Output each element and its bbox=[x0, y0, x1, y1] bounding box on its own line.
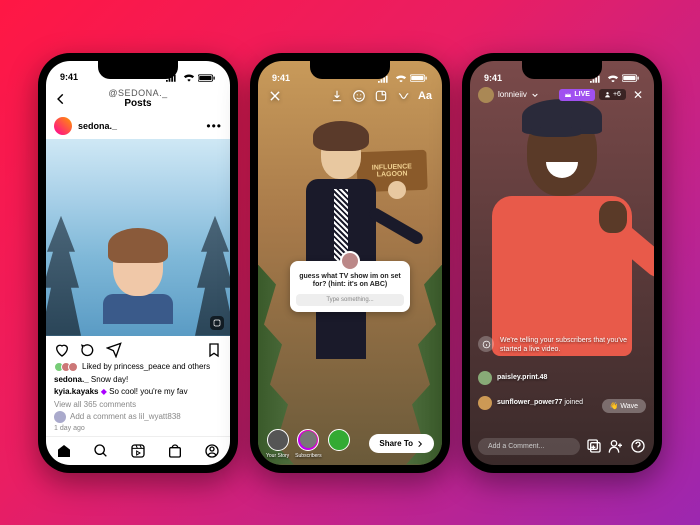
avatar bbox=[267, 429, 289, 451]
add-comment-label[interactable]: Add a comment as lil_wyatt838 bbox=[70, 412, 181, 421]
chevron-right-icon bbox=[416, 440, 424, 448]
live-comment: sunflower_power77 joined bbox=[478, 396, 583, 410]
live-header: lonnieiiv LIVE +6 ✕ bbox=[470, 87, 654, 103]
tree-graphic bbox=[46, 216, 81, 336]
status-time: 9:41 bbox=[272, 73, 290, 83]
effects-icon[interactable] bbox=[396, 89, 410, 103]
live-username[interactable]: lonnieiiv bbox=[498, 90, 527, 99]
likes-text[interactable]: Liked by princess_peace and others bbox=[82, 362, 210, 371]
avatar bbox=[54, 411, 66, 423]
sticker-icon[interactable] bbox=[374, 89, 388, 103]
avatar[interactable] bbox=[478, 371, 492, 385]
share-label: Share To bbox=[379, 439, 413, 448]
close-icon[interactable] bbox=[268, 89, 282, 103]
avatar[interactable] bbox=[478, 396, 492, 410]
comment-text: joined bbox=[564, 399, 583, 406]
comment-user[interactable]: paisley.print.48 bbox=[497, 374, 547, 381]
close-icon[interactable]: ✕ bbox=[630, 88, 646, 102]
viewer-count[interactable]: +6 bbox=[599, 89, 626, 100]
phone-notch bbox=[98, 61, 178, 79]
person-graphic bbox=[487, 111, 637, 411]
view-all-comments[interactable]: View all 365 comments bbox=[46, 400, 230, 411]
avatar bbox=[297, 429, 319, 451]
info-icon bbox=[478, 336, 494, 352]
caption: sedona._ Snow day! bbox=[46, 375, 230, 387]
wave-button[interactable]: 👋 Wave bbox=[602, 399, 646, 413]
phone-story-editor: INFLUENCE LAGOON 9:41 Aa bbox=[250, 53, 450, 473]
live-bottom-bar: Add a Comment... bbox=[470, 438, 654, 455]
comment-row: kyia.kayaks ◆ So cool! you're my fav bbox=[46, 387, 230, 399]
viewer-count-value: +6 bbox=[613, 91, 621, 98]
gallery-icon[interactable] bbox=[586, 438, 602, 454]
status-time: 9:41 bbox=[60, 72, 78, 82]
post-actions bbox=[46, 336, 230, 362]
reels-icon bbox=[210, 316, 224, 330]
share-icon[interactable] bbox=[106, 342, 122, 358]
share-to-button[interactable]: Share To bbox=[369, 434, 434, 453]
comment-user[interactable]: kyia.kayaks bbox=[54, 387, 99, 396]
post-username[interactable]: sedona._ bbox=[78, 121, 117, 131]
story-toolbar: Aa bbox=[258, 89, 442, 103]
comment-icon[interactable] bbox=[80, 342, 96, 358]
person-icon bbox=[604, 91, 611, 98]
chevron-down-icon[interactable] bbox=[531, 91, 539, 99]
likes-row[interactable]: Liked by princess_peace and others bbox=[46, 362, 230, 375]
person-graphic bbox=[296, 131, 386, 351]
add-comment-input[interactable]: Add a Comment... bbox=[478, 438, 580, 455]
post-author-row[interactable]: sedona._ ••• bbox=[46, 113, 230, 139]
story-share-bar: Your Story Subscribers Share To bbox=[258, 429, 442, 459]
timestamp: 1 day ago bbox=[46, 425, 230, 436]
your-story-label: Your Story bbox=[266, 453, 289, 459]
subscribers-target[interactable]: Subscribers bbox=[295, 429, 321, 459]
question-sticker[interactable]: guess what TV show im on set for? (hint:… bbox=[290, 261, 410, 313]
person-graphic bbox=[103, 236, 173, 326]
phone-posts: 9:41 @SEDONA._ Posts sedona._ ••• bbox=[38, 53, 238, 473]
avatar[interactable] bbox=[478, 87, 494, 103]
live-badge: LIVE bbox=[559, 89, 595, 101]
phone-notch bbox=[522, 61, 602, 79]
crown-icon bbox=[564, 91, 572, 99]
header-title: Posts bbox=[108, 98, 167, 109]
phone-live: 9:41 lonnieiiv LIVE +6 ✕ bbox=[462, 53, 662, 473]
shop-icon[interactable] bbox=[167, 443, 183, 459]
search-icon[interactable] bbox=[93, 443, 109, 459]
home-icon[interactable] bbox=[56, 443, 72, 459]
liker-avatars bbox=[54, 362, 78, 372]
phone-notch bbox=[310, 61, 390, 79]
your-story-target[interactable]: Your Story bbox=[266, 429, 289, 459]
smiley-icon[interactable] bbox=[352, 89, 366, 103]
header-username[interactable]: @SEDONA._ bbox=[108, 88, 167, 98]
back-icon[interactable] bbox=[54, 92, 68, 106]
question-input[interactable]: Type something... bbox=[296, 294, 404, 306]
text-tool[interactable]: Aa bbox=[418, 90, 432, 102]
download-icon[interactable] bbox=[330, 89, 344, 103]
question-text: guess what TV show im on set for? (hint:… bbox=[296, 273, 404, 290]
avatar bbox=[340, 251, 360, 271]
save-icon[interactable] bbox=[206, 342, 222, 358]
avatar bbox=[328, 429, 350, 451]
bottom-nav bbox=[46, 436, 230, 465]
more-icon[interactable]: ••• bbox=[206, 119, 222, 133]
live-label: LIVE bbox=[574, 91, 590, 98]
questions-icon[interactable] bbox=[630, 438, 646, 454]
live-notice: We're telling your subscribers that you'… bbox=[478, 336, 646, 354]
status-time: 9:41 bbox=[484, 73, 502, 83]
comment-user[interactable]: sunflower_power77 bbox=[497, 399, 562, 406]
invite-icon[interactable] bbox=[608, 438, 624, 454]
post-media[interactable] bbox=[46, 139, 230, 336]
profile-icon[interactable] bbox=[204, 443, 220, 459]
posts-header: @SEDONA._ Posts bbox=[46, 84, 230, 113]
close-friends-target[interactable] bbox=[328, 429, 350, 459]
caption-user[interactable]: sedona._ bbox=[54, 375, 89, 384]
subscribers-label: Subscribers bbox=[295, 453, 321, 459]
live-comment: paisley.print.48 bbox=[478, 371, 547, 385]
like-icon[interactable] bbox=[54, 342, 70, 358]
verified-badge-icon: ◆ bbox=[101, 387, 107, 396]
notice-text: We're telling your subscribers that you'… bbox=[500, 336, 646, 354]
comment-text: So cool! you're my fav bbox=[109, 387, 187, 396]
reels-nav-icon[interactable] bbox=[130, 443, 146, 459]
caption-text: Snow day! bbox=[91, 375, 128, 384]
avatar[interactable] bbox=[54, 117, 72, 135]
add-comment-row[interactable]: Add a comment as lil_wyatt838 bbox=[46, 411, 230, 425]
